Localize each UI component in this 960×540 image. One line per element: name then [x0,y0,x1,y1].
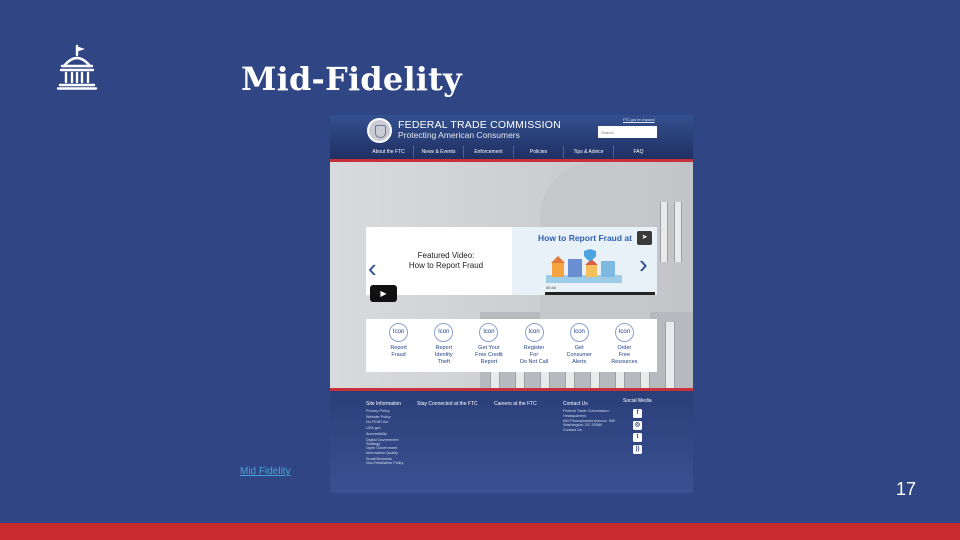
bottom-accent-bar [0,523,960,540]
town-illustration [546,249,622,283]
carousel-next-arrow[interactable]: › [639,251,648,277]
play-button[interactable]: ▶ [370,285,397,302]
mid-fidelity-link[interactable]: Mid Fidelity [240,466,291,477]
featured-video-subtitle: How to Report Fraud [408,261,484,270]
video-player[interactable]: How to Report Fraud at ➤ [512,227,657,295]
search-input[interactable] [598,126,657,138]
placeholder-icon: Icon [434,323,454,342]
action-do-not-call[interactable]: Icon Register For Do Not Call [514,323,554,372]
rss-icon[interactable]: )) [633,445,642,454]
action-label: Order Free Resources [611,345,638,365]
footer-contact-info: Federal Trade Commission Headquarters 60… [563,409,615,433]
nav-policies[interactable]: Policies [514,146,564,158]
site-header: FEDERAL TRADE COMMISSION Protecting Amer… [330,115,693,160]
video-timecode: 00:40 [546,285,557,290]
quick-actions: Icon Report Fraud Icon Report Identity T… [366,319,657,372]
ftc-homepage-mockup: FEDERAL TRADE COMMISSION Protecting Amer… [330,115,693,493]
column [674,202,682,262]
site-footer: Site Information Stay Connected at the F… [330,391,693,493]
footer-stay-connected-heading[interactable]: Stay Connected at the FTC [417,401,478,407]
placeholder-icon: Icon [524,323,544,342]
twitter-icon[interactable]: t [633,433,642,442]
action-label: Report Fraud [390,345,407,358]
slide-title: Mid-Fidelity [241,60,462,98]
footer-link[interactable]: Non-Retaliation Policy [366,461,403,465]
nav-enforcement[interactable]: Enforcement [464,146,514,158]
featured-video-label: Featured Video: [417,251,475,260]
footer-careers-heading[interactable]: Careers at the FTC [494,401,537,407]
nav-faq[interactable]: FAQ [614,146,663,158]
action-label: Report Identity Theft [434,345,453,365]
placeholder-icon: Icon [389,323,409,342]
action-report-fraud[interactable]: Icon Report Fraud [379,323,419,372]
page-number: 17 [896,479,917,499]
placeholder-icon: Icon [569,323,589,342]
hero-area: Featured Video: How to Report Fraud How … [330,162,693,388]
footer-social-heading: Social Media [623,398,652,404]
nav-news-events[interactable]: News & Events [414,146,464,158]
contact-link[interactable]: Contact Us [563,428,615,433]
action-label: Get Your Free Credit Report [475,345,503,365]
placeholder-icon: Icon [614,323,634,342]
capitol-building-icon [56,44,98,90]
featured-video-card: Featured Video: How to Report Fraud How … [366,227,657,302]
main-nav: About the FTC News & Events Enforcement … [364,146,663,158]
video-title: How to Report Fraud at [538,233,632,243]
nav-tips-advice[interactable]: Tips & Advice [564,146,614,158]
facebook-icon[interactable]: f [633,409,642,418]
share-icon[interactable]: ➤ [637,231,652,245]
tagline: Protecting American Consumers [398,130,520,140]
ftc-seal-logo[interactable] [367,118,392,143]
instagram-icon[interactable]: ◎ [633,421,642,430]
footer-site-info-links: Privacy Policy Website Policy No FEAR Ac… [366,409,403,465]
nav-about[interactable]: About the FTC [364,146,414,158]
column [665,322,675,388]
social-media-icons: f ◎ t )) [633,409,642,454]
video-progress-bar[interactable] [545,292,655,295]
footer-link[interactable]: Digital Government [366,438,403,442]
footer-site-info-heading: Site Information [366,401,402,407]
action-label: Register For Do Not Call [519,345,549,365]
footer-contact-heading: Contact Us [563,401,588,407]
action-consumer-alerts[interactable]: Icon Get Consumer Alerts [559,323,599,372]
spanish-link[interactable]: FTC.gov en espanol [623,118,655,122]
placeholder-icon: Icon [479,323,499,342]
carousel-prev-arrow[interactable]: ‹ [368,255,377,281]
action-report-identity-theft[interactable]: Icon Report Identity Theft [424,323,464,372]
action-free-credit-report[interactable]: Icon Get Your Free Credit Report [469,323,509,372]
action-order-resources[interactable]: Icon Order Free Resources [604,323,644,372]
action-label: Get Consumer Alerts [566,345,592,365]
column [660,202,668,262]
